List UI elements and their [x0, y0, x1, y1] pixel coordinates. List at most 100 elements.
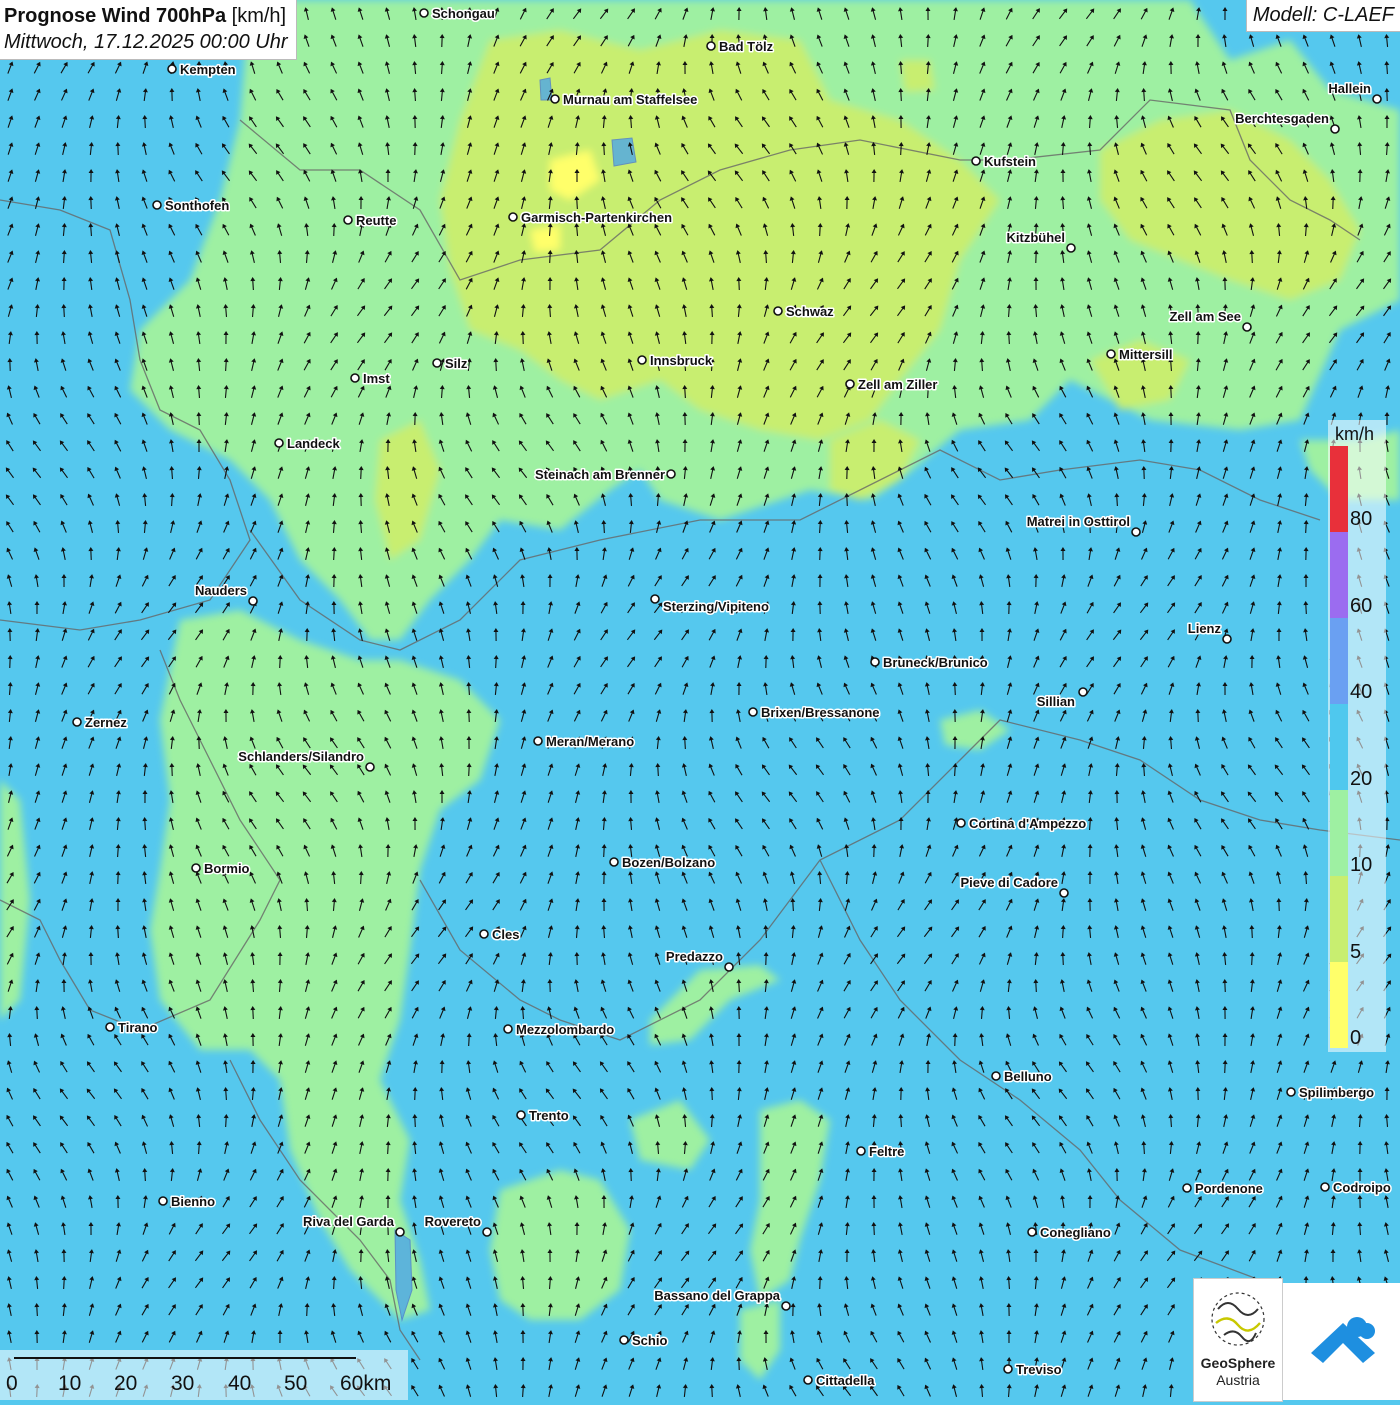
scale-bar-label: 40 — [228, 1372, 251, 1396]
city-label: Bad Tölz — [719, 39, 774, 54]
legend-tick-label: 80 — [1350, 508, 1372, 531]
city-marker: Cortina d'Ampezzo — [957, 816, 1086, 831]
city-label: Nauders — [195, 583, 247, 598]
city-label: Zernez — [85, 715, 127, 730]
city-label: Codroipo — [1333, 1180, 1391, 1195]
city-label: Rovereto — [425, 1214, 481, 1229]
city-label: Feltre — [869, 1144, 904, 1159]
city-dot — [804, 1376, 812, 1384]
city-dot — [192, 864, 200, 872]
wind-map[interactable]: Schongau Bad Tölz Kempten Hallein Murnau am … — [0, 0, 1400, 1400]
city-label: Schio — [632, 1333, 667, 1348]
legend-tick-label: 20 — [1350, 768, 1372, 791]
city-dot — [1028, 1228, 1036, 1236]
city-dot — [517, 1111, 525, 1119]
city-dot — [396, 1228, 404, 1236]
city-label: Treviso — [1016, 1362, 1062, 1377]
city-marker: Schongau — [420, 6, 495, 21]
city-dot — [707, 42, 715, 50]
map-title-unit: [km/h] — [226, 5, 286, 27]
city-dot — [344, 216, 352, 224]
city-marker: Bruneck/Brunico — [871, 655, 988, 670]
city-marker: Spilimbergo — [1287, 1085, 1374, 1100]
city-label: Conegliano — [1040, 1225, 1111, 1240]
legend-color-segment — [1330, 790, 1348, 876]
city-marker: Sonthofen — [153, 198, 229, 213]
city-dot — [774, 307, 782, 315]
city-label: Meran/Merano — [546, 734, 634, 749]
city-label: Bassano del Grappa — [654, 1288, 780, 1303]
city-label: Cittadella — [816, 1373, 875, 1388]
city-dot — [480, 930, 488, 938]
scale-bar-label: 60km — [340, 1372, 391, 1396]
city-dot — [957, 819, 965, 827]
city-dot — [366, 763, 374, 771]
legend-unit: km/h — [1335, 424, 1374, 445]
city-marker: Conegliano — [1028, 1225, 1111, 1240]
legend-color-bar — [1330, 446, 1348, 1048]
city-dot — [509, 213, 517, 221]
city-dot — [534, 737, 542, 745]
city-dot — [1321, 1183, 1329, 1191]
city-dot — [857, 1147, 865, 1155]
city-label: Zell am Ziller — [858, 377, 937, 392]
city-dot — [153, 201, 161, 209]
city-dot — [433, 359, 441, 367]
weather-app-logo[interactable] — [1283, 1283, 1400, 1400]
map-title-main: Prognose Wind 700hPa — [4, 5, 226, 27]
map-title-box: Prognose Wind 700hPa [km/h] Mittwoch, 17… — [0, 0, 297, 60]
city-label: Sterzing/Vipiteno — [663, 599, 769, 614]
city-label: Matrei in Osttirol — [1027, 514, 1130, 529]
city-marker: Garmisch-Partenkirchen — [509, 210, 672, 225]
city-marker: Brixen/Bressanone — [749, 705, 880, 720]
legend-color-segment — [1330, 618, 1348, 704]
city-dot — [1067, 244, 1075, 252]
geosphere-text: GeoSphere Austria — [1193, 1355, 1283, 1389]
city-dot — [504, 1025, 512, 1033]
geosphere-text-line1: GeoSphere — [1193, 1355, 1283, 1372]
city-marker: Zell am Ziller — [846, 377, 937, 392]
scale-bar-label: 20 — [114, 1372, 137, 1396]
city-label: Mezzolombardo — [516, 1022, 614, 1037]
city-dot — [749, 708, 757, 716]
city-label: Steinach am Brenner — [535, 467, 665, 482]
city-dot — [651, 595, 659, 603]
city-marker: Mezzolombardo — [504, 1022, 614, 1037]
city-marker: Murnau am Staffelsee — [551, 92, 697, 107]
city-dot — [483, 1228, 491, 1236]
city-label: Hallein — [1328, 81, 1371, 96]
city-label: Brixen/Bressanone — [761, 705, 880, 720]
city-label: Kufstein — [984, 154, 1036, 169]
city-label: Reutte — [356, 213, 396, 228]
legend-tick-label: 40 — [1350, 681, 1372, 704]
lake-staffelsee — [612, 138, 636, 166]
legend-tick-label: 0 — [1350, 1027, 1361, 1050]
city-label: Innsbruck — [650, 353, 713, 368]
city-label: Cortina d'Ampezzo — [969, 816, 1086, 831]
legend-tick-label: 10 — [1350, 854, 1372, 877]
city-dot — [551, 95, 559, 103]
scale-bar-label: 30 — [171, 1372, 194, 1396]
city-label: Predazzo — [666, 949, 723, 964]
city-dot — [168, 65, 176, 73]
city-label: Bormio — [204, 861, 250, 876]
legend-color-segment — [1330, 876, 1348, 962]
city-label: Schongau — [432, 6, 495, 21]
city-marker: Meran/Merano — [534, 734, 634, 749]
city-dot — [782, 1302, 790, 1310]
city-dot — [73, 718, 81, 726]
city-dot — [1004, 1365, 1012, 1373]
scale-bar-label: 50 — [284, 1372, 307, 1396]
legend-color-segment — [1330, 446, 1348, 532]
legend-tick-label: 5 — [1350, 941, 1361, 964]
city-label: Kitzbühel — [1007, 230, 1066, 245]
city-dot — [1183, 1184, 1191, 1192]
city-dot — [106, 1023, 114, 1031]
city-label: Kempten — [180, 62, 236, 77]
city-label: Pordenone — [1195, 1181, 1263, 1196]
city-dot — [420, 9, 428, 17]
city-label: Murnau am Staffelsee — [563, 92, 697, 107]
city-dot — [638, 356, 646, 364]
city-dot — [351, 374, 359, 382]
forecast-date: Mittwoch, 17.12.2025 00:00 Uhr — [4, 29, 288, 55]
